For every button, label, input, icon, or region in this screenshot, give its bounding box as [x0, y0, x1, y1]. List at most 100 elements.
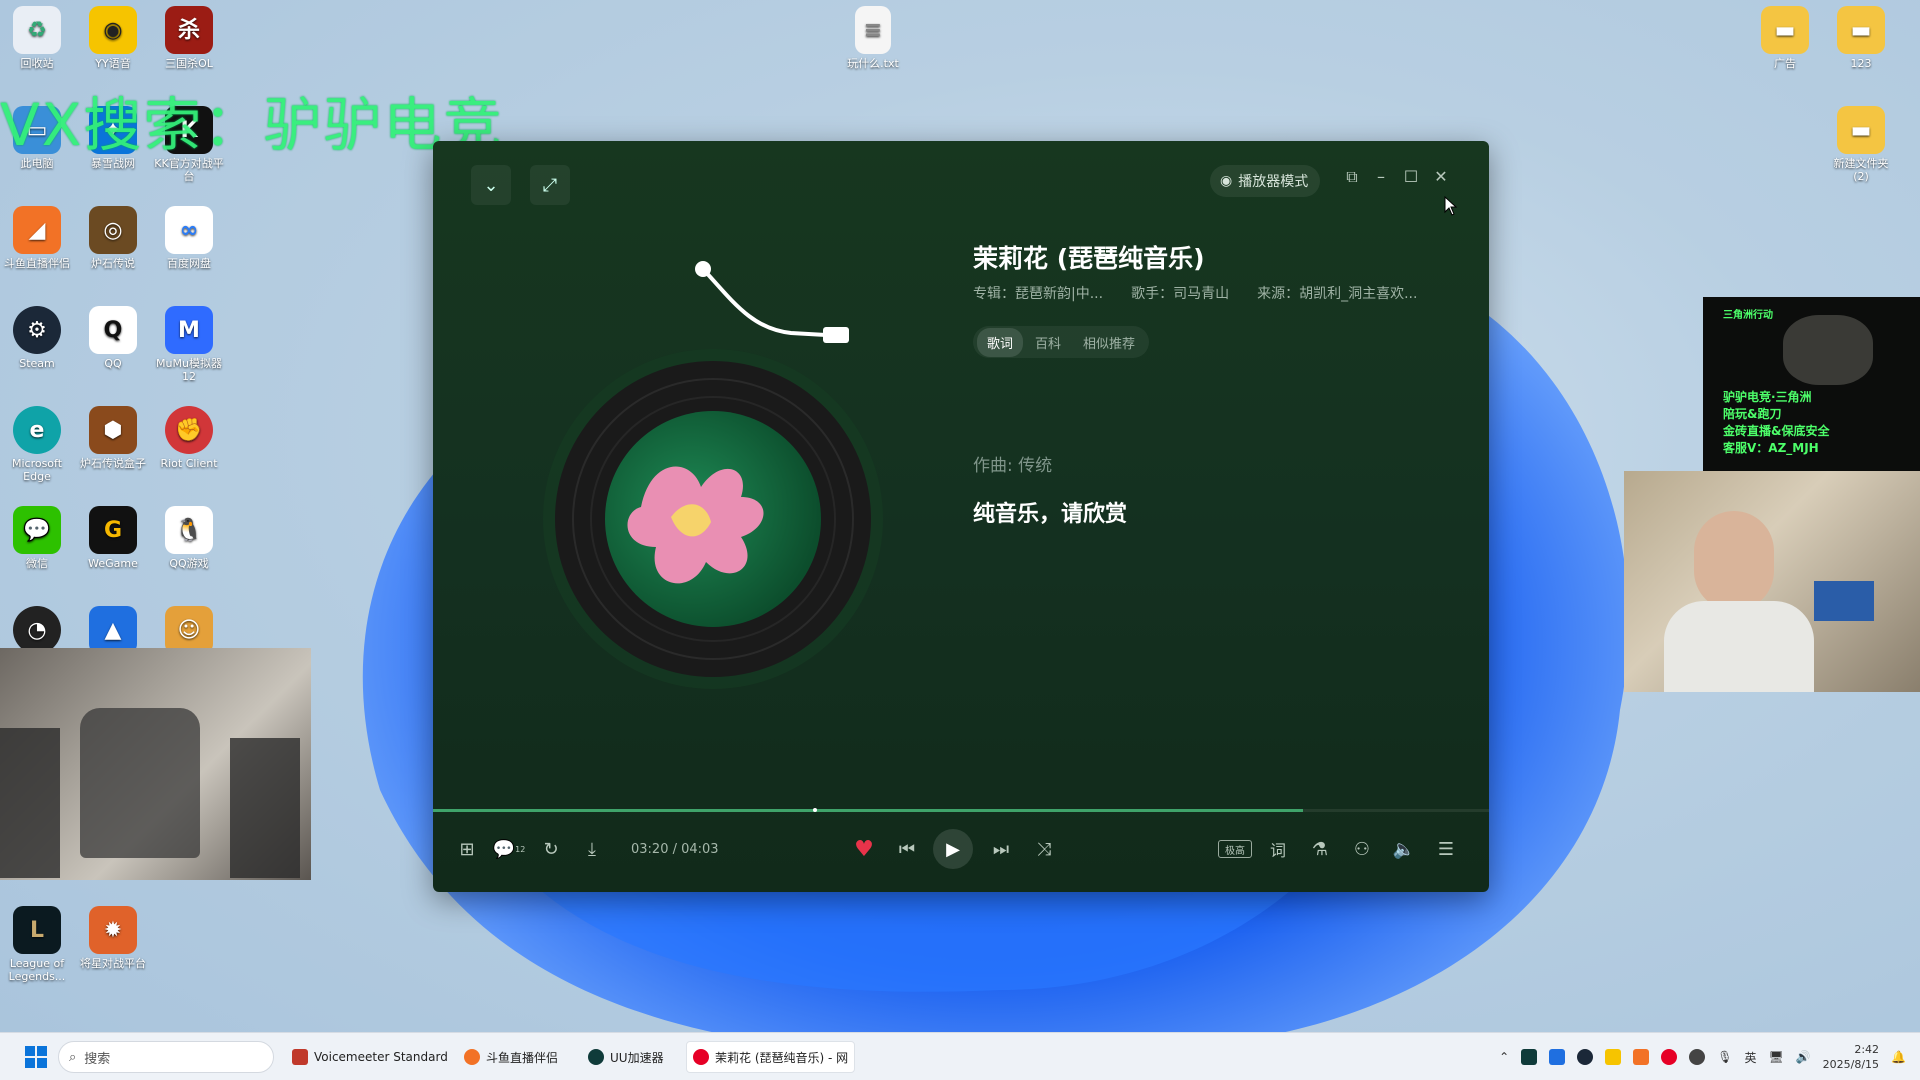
qq-icon[interactable]: Q QQ: [76, 300, 150, 370]
chevron-up-icon[interactable]: ⌃: [1499, 1050, 1509, 1064]
ime-indicator[interactable]: 英: [1744, 1049, 1756, 1066]
desktop-icon-label: 斗鱼直播伴侣: [4, 257, 70, 270]
stream-overlay-text: VX搜索：驴驴电竞: [0, 91, 504, 159]
douyu-icon[interactable]: ◢ 斗鱼直播伴侣: [0, 200, 74, 270]
desktop-icon-label: 回收站: [20, 57, 54, 70]
comment-icon[interactable]: 💬 12: [493, 834, 526, 864]
play-button[interactable]: ▶: [933, 829, 973, 869]
tab-similar[interactable]: 相似推荐: [1073, 328, 1145, 357]
taskbar-app-douyu[interactable]: 斗鱼直播伴侣: [458, 1041, 564, 1073]
lyrics-toggle-button[interactable]: 词: [1263, 834, 1293, 864]
start-button[interactable]: [18, 1041, 54, 1073]
promo-overlay: 三角洲行动 驴驴电竞·三角洲 陪玩&跑刀 金砖直播&保底安全 客服V：AZ_MJ…: [1703, 297, 1920, 471]
minimize-button[interactable]: –: [1369, 167, 1393, 186]
wegame-icon[interactable]: G WeGame: [76, 500, 150, 570]
next-track-button[interactable]: ⏭: [986, 834, 1016, 864]
tray-app-icon[interactable]: [1549, 1049, 1566, 1065]
progress-handle[interactable]: [813, 808, 817, 812]
windows-logo-icon: [25, 1046, 47, 1068]
taskbar-app-label: 斗鱼直播伴侣: [486, 1050, 559, 1065]
taskbar-app-uu[interactable]: UU加速器: [582, 1041, 670, 1073]
desktop-icon-label: 炉石传说: [91, 257, 135, 270]
vinyl-icon: ◉: [1220, 173, 1233, 189]
music-player-window: ⌄ ⤢ ◉ 播放器模式 ⧉ – ☐ ✕ 茉莉花 (琵琶纯音乐) 专辑：琵琶新韵|…: [433, 141, 1489, 892]
tray-yy-icon[interactable]: [1605, 1049, 1622, 1065]
tray-game-icon[interactable]: [1689, 1049, 1706, 1065]
webcam-room-view: [0, 648, 311, 880]
collapse-button[interactable]: ⌄: [471, 165, 511, 205]
artist-link[interactable]: 歌手：司马青山: [1131, 283, 1229, 303]
taskbar: ⌕ 搜索 Voicemeeter Standard 斗鱼直播伴侣 UU加速器 茉…: [0, 1032, 1920, 1080]
desktop-icon-label: Steam: [19, 357, 55, 370]
clock[interactable]: 2:42 2025/8/15: [1823, 1042, 1879, 1072]
network-icon[interactable]: 🖥: [1768, 1050, 1783, 1064]
source-link[interactable]: 来源：胡凯利_洞主喜欢...: [1257, 283, 1417, 303]
playback-time: 03:20 / 04:03: [631, 842, 719, 857]
desktop-icon-label: 123: [1850, 57, 1872, 70]
desktop-icon-label: QQ: [104, 357, 122, 370]
taskbar-app-voicemeeter[interactable]: Voicemeeter Standard: [286, 1041, 454, 1073]
search-icon: ⌕: [69, 1049, 77, 1065]
hs-box-icon[interactable]: ⬢ 炉石传说盒子: [76, 400, 150, 470]
close-button[interactable]: ✕: [1429, 167, 1453, 186]
promo-line: 客服V：AZ_MJH: [1723, 441, 1819, 455]
taskbar-app-label: 茉莉花 (琵琶纯音乐) - 网: [715, 1050, 849, 1065]
taskbar-app-netease-music[interactable]: 茉莉花 (琵琶纯音乐) - 网: [686, 1041, 856, 1073]
tab-wiki[interactable]: 百科: [1025, 328, 1071, 357]
vinyl-record: [543, 349, 883, 689]
effects-icon[interactable]: ⚗: [1305, 834, 1335, 864]
fullscreen-button[interactable]: ⤢: [530, 165, 570, 205]
taskbar-app-label: UU加速器: [610, 1050, 664, 1065]
microphone-icon[interactable]: 🎙: [1717, 1050, 1732, 1064]
desktop-icon-label: 广告: [1774, 57, 1796, 70]
tab-lyrics[interactable]: 歌词: [977, 327, 1024, 357]
tonearm: [695, 261, 849, 343]
hearthstone-icon[interactable]: ◎ 炉石传说: [76, 200, 150, 270]
tray-netease-icon[interactable]: [1661, 1049, 1678, 1065]
folder-new-icon[interactable]: ▬ 新建文件夹 (2): [1824, 100, 1898, 183]
sanguosha-icon[interactable]: 杀三国杀OL: [152, 0, 226, 70]
shuffle-icon[interactable]: ⤨: [1029, 834, 1059, 864]
mumu-icon[interactable]: M MuMu模拟器12: [152, 300, 226, 383]
edge-icon[interactable]: e Microsoft Edge: [0, 400, 74, 483]
album-link[interactable]: 专辑：琵琶新韵|中...: [973, 283, 1103, 303]
league-icon[interactable]: L League of Legends...: [0, 900, 74, 983]
wechat-icon[interactable]: 💬 微信: [0, 500, 74, 570]
mini-mode-icon[interactable]: ⧉: [1340, 167, 1364, 187]
volume-tray-icon[interactable]: 🔊: [1796, 1050, 1811, 1064]
yy-voice-icon[interactable]: ◉ YY语音: [76, 0, 150, 70]
player-mode-button[interactable]: ◉ 播放器模式: [1210, 165, 1321, 197]
quality-badge[interactable]: 极高: [1218, 840, 1252, 858]
notification-icon[interactable]: 🔔: [1891, 1050, 1906, 1064]
voicemeeter-icon: [292, 1049, 308, 1065]
search-placeholder: 搜索: [84, 1051, 111, 1067]
folder-ads-icon[interactable]: ▬ 广告: [1748, 0, 1822, 70]
tray-uu-icon[interactable]: [1521, 1049, 1538, 1065]
desktop-icon-label: YY语音: [95, 57, 131, 70]
download-icon[interactable]: ⤓: [577, 834, 607, 864]
previous-track-button[interactable]: ⏮: [892, 834, 922, 864]
tray-steam-icon[interactable]: [1577, 1049, 1594, 1065]
like-heart-icon[interactable]: ♥: [849, 834, 879, 864]
webcam-streamer: [1624, 471, 1920, 692]
txt-file-icon[interactable]: ≡ 玩什么.txt: [836, 0, 910, 70]
jiangxing-icon[interactable]: ✹ 将星对战平台: [76, 900, 150, 970]
steam-icon[interactable]: ⚙ Steam: [0, 300, 74, 370]
qq-game-icon[interactable]: 🐧 QQ游戏: [152, 500, 226, 570]
taskbar-search[interactable]: ⌕ 搜索: [58, 1041, 274, 1073]
add-to-playlist-icon[interactable]: ⊞: [452, 834, 482, 864]
folder-123-icon[interactable]: ▬ 123: [1824, 0, 1898, 70]
progress-bar[interactable]: [433, 809, 1489, 812]
desktop-icon-label: 炉石传说盒子: [80, 457, 146, 470]
listen-together-icon[interactable]: ⚇: [1347, 834, 1377, 864]
tray-douyu-icon[interactable]: [1633, 1049, 1650, 1065]
playlist-icon[interactable]: ☰: [1431, 834, 1461, 864]
recycle-bin-icon[interactable]: ♻ 回收站: [0, 0, 74, 70]
desktop-icon-label: Microsoft Edge: [11, 457, 63, 483]
riot-client-icon[interactable]: ✊ Riot Client: [152, 400, 226, 470]
baidu-netdisk-icon[interactable]: ∞ 百度网盘: [152, 200, 226, 270]
share-icon[interactable]: ↻: [536, 834, 566, 864]
content-tabs: 歌词 百科 相似推荐: [973, 326, 1150, 358]
volume-icon[interactable]: 🔈: [1389, 834, 1419, 864]
maximize-button[interactable]: ☐: [1399, 167, 1423, 186]
